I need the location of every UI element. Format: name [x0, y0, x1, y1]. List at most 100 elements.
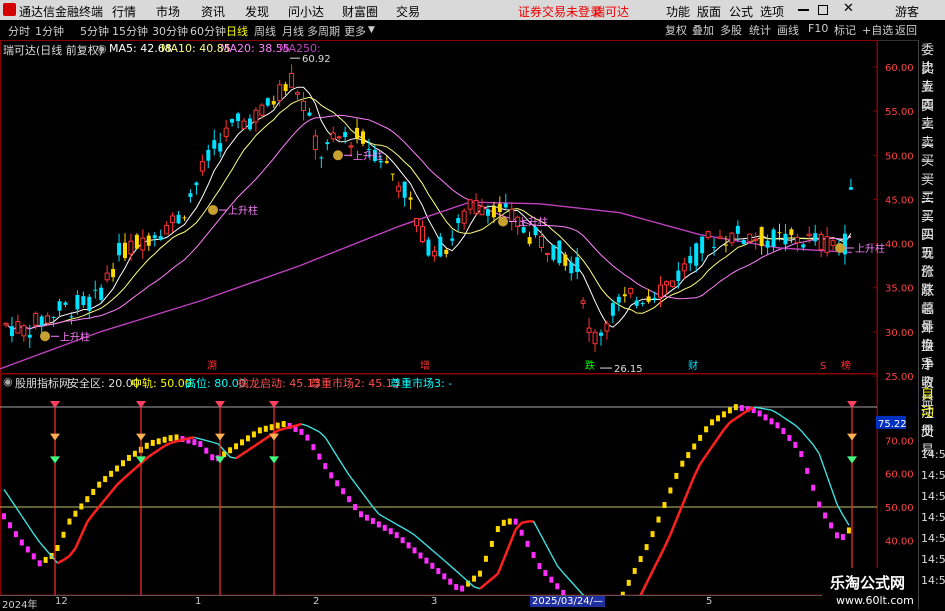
signal-line [730, 418, 736, 422]
menu-item-discover[interactable]: 发现 [245, 3, 269, 20]
adjust-button[interactable]: 复权 [665, 22, 687, 38]
menu-item-formula[interactable]: 公式 [729, 3, 753, 20]
oscillator-bar [359, 511, 363, 517]
signal-line [736, 414, 742, 418]
tab-60min[interactable]: 60分钟 [190, 23, 226, 39]
menu-item-ask[interactable]: 问小达 [288, 3, 324, 20]
multi-stock-button[interactable]: 多股 [720, 22, 742, 38]
tab-15min[interactable]: 15分钟 [112, 23, 148, 39]
oscillator-bar [163, 437, 167, 443]
oscillator-bar [793, 442, 797, 448]
oscillator-bar [175, 434, 179, 440]
tab-weekly[interactable]: 周线 [254, 23, 276, 39]
oscillator-bar [56, 545, 60, 551]
oscillator-bar [424, 558, 428, 564]
account-name[interactable]: 瑞可达 [593, 3, 629, 20]
minimize-icon[interactable] [798, 9, 809, 11]
candle-body [290, 73, 294, 87]
tab-daily[interactable]: 日线 [226, 23, 248, 39]
signal-line [325, 437, 331, 447]
tab-more[interactable]: 更多 [344, 23, 366, 39]
signal-line [426, 545, 432, 550]
menu-item-market[interactable]: 市场 [156, 3, 180, 20]
oscillator-bar [32, 553, 36, 559]
high-price-label: 60.92 [302, 54, 331, 65]
close-icon[interactable]: ✕ [843, 1, 854, 16]
gem-icon [50, 456, 60, 463]
gem-icon [269, 456, 279, 463]
oscillator-bar [728, 407, 732, 413]
tab-5min[interactable]: 5分钟 [80, 23, 109, 39]
respect2-label: 尊重市场2: 45.13 [310, 375, 400, 391]
draw-line-button[interactable]: 画线 [777, 22, 799, 38]
candle-body [450, 238, 454, 240]
oscillator-bar [38, 560, 42, 566]
menu-item-function[interactable]: 功能 [666, 3, 690, 20]
signal-line [16, 507, 22, 516]
oscillator-bar [115, 466, 119, 472]
guest-label[interactable]: 游客 [895, 3, 919, 20]
menu-item-news[interactable]: 资讯 [201, 3, 225, 20]
indicator-settings-icon[interactable]: ◉ [3, 375, 13, 388]
tab-monthly[interactable]: 月线 [282, 23, 304, 39]
oscillator-bar [264, 426, 268, 432]
oscillator-bar [311, 444, 315, 450]
oscillator-bar [805, 468, 809, 474]
tab-30min[interactable]: 30分钟 [152, 23, 188, 39]
candle-body [540, 236, 544, 247]
chevron-down-icon[interactable]: ▼ [368, 25, 375, 35]
time-label: 14:56 [921, 551, 945, 569]
time-label: 14:56 [921, 572, 945, 590]
oscillator-bar [300, 429, 304, 435]
tab-intraday[interactable]: 分时 [8, 23, 30, 39]
oscillator-bar [781, 428, 785, 434]
f10-button[interactable]: F10 [808, 22, 828, 35]
login-warning[interactable]: 证券交易未登录 [518, 3, 602, 20]
candle-body [266, 98, 270, 105]
candle-body [159, 236, 163, 240]
signal-line [69, 548, 75, 556]
stats-button[interactable]: 统计 [749, 22, 771, 38]
overlay-button[interactable]: 叠加 [692, 22, 714, 38]
oscillator-bar [460, 586, 464, 592]
time-label: 14:56 [921, 530, 945, 548]
gem-icon [847, 456, 857, 463]
oscillator-bar [353, 504, 357, 510]
signal-line [819, 454, 825, 471]
menu-item-trade[interactable]: 交易 [396, 3, 420, 20]
oscillator-bar [204, 448, 208, 454]
oscillator-bar [97, 482, 101, 488]
menu-item-options[interactable]: 选项 [760, 3, 784, 20]
candle-body [331, 133, 335, 139]
oscillator-bar [62, 532, 66, 538]
candle-body [438, 237, 442, 257]
tab-1min[interactable]: 1分钟 [35, 23, 64, 39]
oscillator-bar [436, 568, 440, 574]
price-pane-frame [1, 41, 878, 374]
candle-body [123, 243, 127, 258]
kline-chart[interactable]: 60.0055.0050.0045.0040.0035.0030.0025.00… [0, 40, 918, 609]
candle-body [551, 245, 555, 260]
candle-body [807, 234, 811, 235]
candle-body [825, 237, 829, 253]
candle-body [426, 240, 430, 256]
candle-body [593, 332, 597, 343]
back-button[interactable]: 返回 [895, 22, 917, 38]
candle-body [819, 234, 823, 249]
signal-line [22, 516, 28, 525]
oscillator-bar [734, 404, 738, 410]
menu-item-wealth[interactable]: 财富圈 [342, 3, 378, 20]
oscillator-bar [776, 422, 780, 428]
mark-button[interactable]: 标记 [834, 22, 856, 38]
tab-multi-period[interactable]: 多周期 [307, 23, 340, 39]
event-mark: S [820, 361, 826, 372]
maximize-icon[interactable] [818, 5, 828, 15]
menu-item-layout[interactable]: 版面 [697, 3, 721, 20]
oscillator-bar [829, 522, 833, 528]
add-watchlist-button[interactable]: +自选 [862, 22, 893, 38]
oscillator-bar [258, 427, 262, 433]
oscillator-bar [252, 431, 256, 437]
app-title: 通达信金融终端 [19, 3, 103, 20]
menu-item-quotes[interactable]: 行情 [112, 3, 136, 20]
signal-line [575, 586, 581, 593]
